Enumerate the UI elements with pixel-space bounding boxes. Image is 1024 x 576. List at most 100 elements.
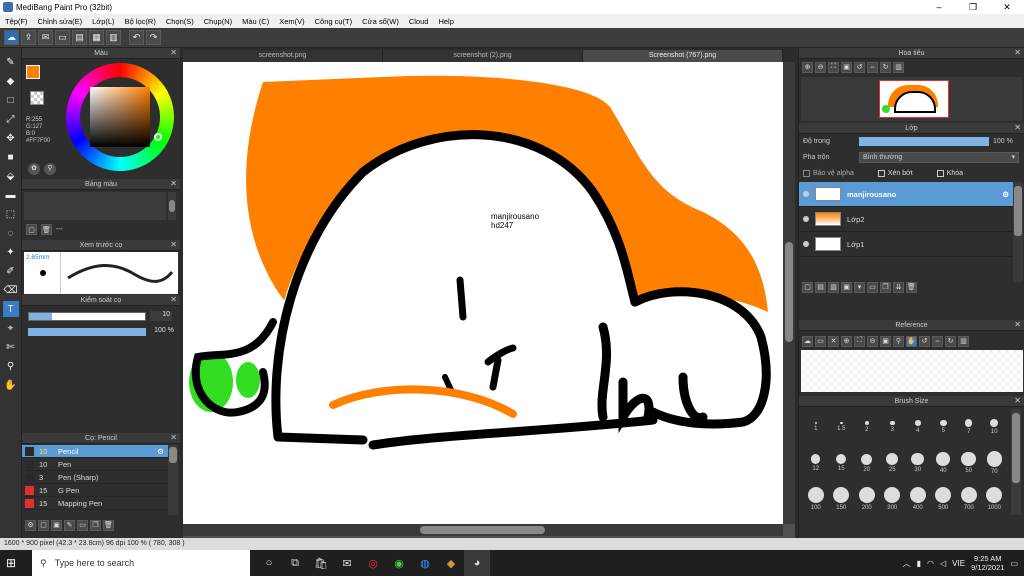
close-reference-icon[interactable]: ✕ — [828, 335, 839, 347]
brush-size-option[interactable]: 7 — [956, 409, 982, 445]
notification-icon[interactable]: ▭ — [1010, 559, 1018, 568]
brush-size-option[interactable]: 30 — [905, 445, 931, 481]
select-tool-icon[interactable]: ⬚ — [3, 206, 19, 222]
vertical-scroll-thumb[interactable] — [785, 242, 793, 342]
cortana-icon[interactable]: ○ — [256, 550, 282, 576]
bucket-tool-icon[interactable]: ⬙ — [3, 168, 19, 184]
new-brush-icon[interactable]: ▢ — [38, 519, 49, 531]
brush-size-option[interactable]: 10 — [982, 409, 1008, 445]
brush-size-option[interactable]: 1000 — [982, 481, 1008, 517]
layer-scrollbar[interactable] — [1014, 186, 1022, 236]
brush-tool-icon[interactable]: ✎ — [3, 54, 19, 70]
gear-icon[interactable]: ⚙ — [157, 447, 164, 456]
rotate-right-icon[interactable]: ↻ — [880, 61, 891, 73]
brush-size-option[interactable]: 70 — [982, 445, 1008, 481]
horizontal-scroll-thumb[interactable] — [420, 526, 545, 534]
close-icon[interactable]: ✕ — [1014, 396, 1021, 405]
flip-icon[interactable]: ⇔ — [867, 61, 878, 73]
brush-list-item[interactable]: 10 Pencil ⚙ — [22, 445, 168, 458]
zoom-in-icon[interactable]: ⊕ — [841, 335, 852, 347]
undo-icon[interactable]: ↶ — [129, 30, 144, 45]
brush-size-option[interactable]: 50 — [956, 445, 982, 481]
gradient-tool-icon[interactable]: ▬ — [3, 187, 19, 203]
brush-list-item[interactable]: 3 Pen (Sharp) — [22, 471, 168, 484]
menu-select[interactable]: Chọn(S) — [161, 17, 199, 26]
cloud-icon[interactable]: ☁ — [4, 30, 19, 45]
eraser-tool-icon[interactable]: ◆ — [3, 73, 19, 89]
brush-size-option[interactable]: 12 — [803, 445, 829, 481]
protect-alpha-checkbox[interactable]: Bảo vệ alpha — [803, 170, 854, 177]
upload-icon[interactable]: ⇪ — [21, 30, 36, 45]
menu-layer[interactable]: Lớp(L) — [87, 17, 119, 26]
comment-icon[interactable]: ✉ — [38, 30, 53, 45]
drawing-canvas[interactable]: manjirousano hd247 — [183, 62, 783, 524]
hand-icon[interactable]: ✋ — [906, 335, 917, 347]
taskbar-search[interactable]: ⚲ Type here to search — [32, 550, 250, 576]
navigator-thumbnail[interactable] — [879, 80, 949, 118]
tab-screenshot[interactable]: screenshot.png — [183, 50, 383, 62]
brush-size-option[interactable]: 15 — [829, 445, 855, 481]
eyedropper-icon[interactable]: ⚲ — [893, 335, 904, 347]
brush-size-option[interactable]: 100 — [803, 481, 829, 517]
palette-scrollbar[interactable] — [169, 200, 175, 212]
panel-icon[interactable]: ▤ — [72, 30, 87, 45]
saturation-square[interactable] — [90, 87, 150, 147]
brush-edit-icon[interactable]: ✎ — [64, 519, 75, 531]
menu-snap[interactable]: Chụp(N) — [199, 17, 237, 26]
secondary-color-swatch[interactable] — [30, 91, 44, 105]
magic-wand-icon[interactable]: ✦ — [3, 244, 19, 260]
brush-size-option[interactable]: 700 — [956, 481, 982, 517]
tab-screenshot-2[interactable]: screenshot (2).png — [383, 50, 583, 62]
brush-size-option[interactable]: 3 — [880, 409, 906, 445]
eye-icon[interactable] — [803, 191, 809, 197]
menu-edit[interactable]: Chỉnh sửa(E) — [33, 17, 88, 26]
menu-file[interactable]: Tệp(F) — [0, 17, 33, 26]
open-folder-icon[interactable]: ▭ — [815, 335, 826, 347]
fit-icon[interactable]: ⛶ — [828, 61, 839, 73]
layer-row[interactable]: Lớp1 — [799, 232, 1013, 257]
mail-icon[interactable]: ✉ — [334, 550, 360, 576]
close-icon[interactable]: ✕ — [1014, 48, 1021, 57]
windows-start-icon[interactable]: ⊞ — [6, 556, 20, 570]
eyedropper-small-icon[interactable]: ⚲ — [44, 163, 56, 175]
new-halftone-layer-icon[interactable]: ▤ — [815, 281, 826, 293]
tab-screenshot-767[interactable]: Screenshot (767).png — [583, 50, 783, 62]
lasso-tool-icon[interactable]: ⤢ — [3, 111, 19, 127]
brush-size-option[interactable]: 25 — [880, 445, 906, 481]
network-icon[interactable]: ▮ — [917, 559, 921, 568]
speech-icon[interactable]: ▭ — [55, 30, 70, 45]
brush-list-scrollbar[interactable] — [169, 447, 177, 463]
new-layer-icon[interactable]: ▢ — [802, 281, 813, 293]
language-indicator[interactable]: VIE — [952, 559, 965, 568]
minimize-button[interactable]: – — [922, 2, 956, 13]
layout-icon[interactable]: ▦ — [89, 30, 104, 45]
brush-size-option[interactable]: 40 — [931, 445, 957, 481]
menu-window[interactable]: Cửa sổ(W) — [357, 17, 404, 26]
zoom-in-icon[interactable]: ⊕ — [802, 61, 813, 73]
select-eraser-icon[interactable]: ⌫ — [3, 282, 19, 298]
store-icon[interactable]: 🛍 — [308, 550, 334, 576]
menu-cloud[interactable]: Cloud — [404, 17, 434, 26]
volume-icon[interactable]: ◁ — [940, 559, 946, 568]
brush-import-icon[interactable]: ▣ — [51, 519, 62, 531]
menu-tools[interactable]: Công cụ(T) — [310, 17, 358, 26]
brush-folder-icon[interactable]: ▭ — [77, 519, 88, 531]
brush-size-option[interactable]: 1 — [803, 409, 829, 445]
gear-icon[interactable]: ⚙ — [1002, 190, 1009, 199]
brush-size-slider[interactable] — [28, 312, 146, 321]
brush-size-option[interactable]: 400 — [905, 481, 931, 517]
delete-layer-icon[interactable]: 🗑 — [906, 281, 917, 293]
operation-tool-icon[interactable]: ✄ — [3, 339, 19, 355]
brush-copy-icon[interactable]: ❐ — [90, 519, 101, 531]
eye-icon[interactable] — [803, 216, 809, 222]
eyedropper-icon[interactable]: ⚲ — [3, 358, 19, 374]
brush-size-option[interactable]: 150 — [829, 481, 855, 517]
brush-size-option[interactable]: 5 — [931, 409, 957, 445]
brush-size-option[interactable]: 1.5 — [829, 409, 855, 445]
rect-tool-icon[interactable]: ■ — [3, 149, 19, 165]
primary-color-swatch[interactable] — [26, 65, 40, 79]
grid-icon[interactable]: ▥ — [106, 30, 121, 45]
layer-row[interactable]: Lớp2 — [799, 207, 1013, 232]
rotate-left-icon[interactable]: ↺ — [854, 61, 865, 73]
layer-opacity-slider[interactable] — [859, 137, 989, 146]
